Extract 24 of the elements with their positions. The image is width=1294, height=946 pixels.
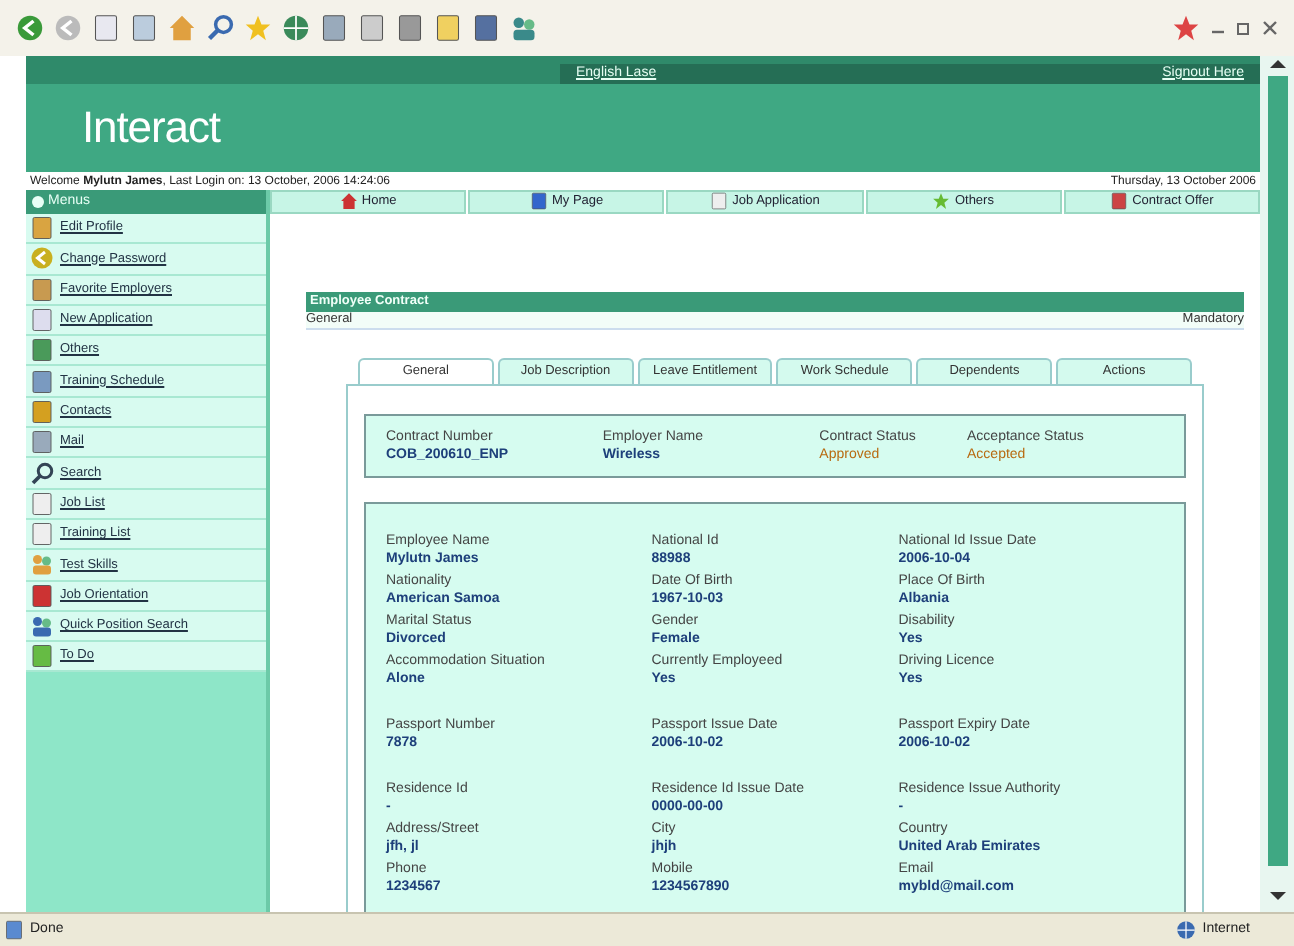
document-icon — [30, 491, 54, 516]
people-icon[interactable] — [510, 14, 538, 42]
scrollbar[interactable] — [1260, 56, 1294, 912]
square-icon[interactable] — [396, 14, 424, 42]
globe-icon[interactable] — [282, 14, 310, 42]
back-icon[interactable] — [16, 14, 44, 42]
page-icon — [4, 920, 24, 940]
document-icon — [710, 192, 729, 211]
document-icon — [30, 308, 54, 333]
star-icon[interactable] — [244, 14, 272, 42]
people-icon — [30, 614, 54, 638]
house-icon — [339, 192, 358, 211]
globe-icon — [1176, 920, 1197, 940]
document-icon — [30, 583, 54, 608]
logo: Interact — [82, 106, 220, 150]
restore-icon[interactable] — [1236, 20, 1252, 36]
star-icon — [932, 192, 951, 211]
close-icon[interactable] — [1262, 20, 1278, 36]
circle-icon — [32, 196, 44, 208]
document-icon — [1110, 192, 1129, 211]
search-icon[interactable] — [206, 14, 234, 42]
document-icon — [529, 192, 548, 211]
document-icon — [30, 338, 54, 363]
search-icon — [30, 461, 54, 486]
